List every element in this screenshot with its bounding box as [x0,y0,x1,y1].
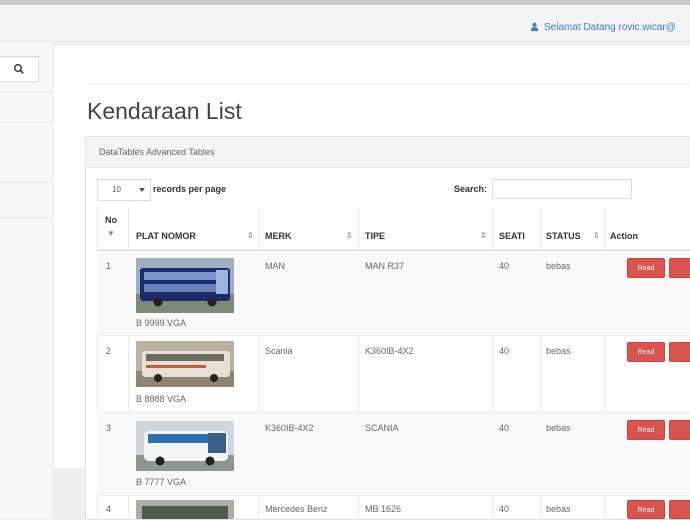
row-number: 1 [106,261,112,271]
vehicle-type: MB 1626 [365,504,402,514]
column-header-status[interactable]: STATUS [546,231,581,241]
vehicle-seats: 40 [499,504,510,514]
column-header-action: Action [610,231,638,241]
column-header-merk[interactable]: MERK [265,231,292,241]
edit-button[interactable] [669,500,690,519]
search-icon[interactable] [12,62,26,76]
vehicle-seats: 40 [499,346,510,356]
sort-icon[interactable]: ▼ [107,229,115,238]
table-row: 1 B 9999 VGA MAN MAN R37 40 bebas Read [97,251,690,336]
vehicle-brand: MAN [265,261,285,271]
edit-button[interactable] [669,420,690,440]
read-button[interactable]: Read [627,342,665,362]
sidebar-divider [0,217,52,218]
table-row: 4 Mercedes Benz MB 1626 40 bebas Read [97,496,690,519]
plate-number: B 8888 VGA [136,394,187,404]
row-number: 2 [106,346,112,356]
sidebar [0,42,53,518]
records-per-page-select[interactable]: 10 [97,179,151,201]
row-number: 4 [106,504,112,514]
edit-button[interactable] [669,342,690,362]
table-row: 2 B 8888 VGA Scania K360IB-4X2 40 bebas … [97,336,690,413]
vehicle-table: No ▼ PLAT NOMOR ⇕ MERK ⇕ TIPE ⇕ SEATI ST… [97,207,690,519]
column-header-no[interactable]: No [105,215,117,225]
vehicle-type: MAN R37 [365,261,405,271]
vehicle-brand: Mercedes Benz [265,504,328,514]
table-search-input[interactable] [492,179,632,199]
read-button[interactable]: Read [627,500,665,519]
datatable-box: DataTables Advanced Tables 10 records pe… [85,136,690,520]
vehicle-status: bebas [546,423,571,433]
vehicle-type: SCANIA [365,423,399,433]
read-button[interactable]: Read [627,420,665,440]
panel-divider [88,84,690,85]
vehicle-status: bebas [546,261,571,271]
sort-icon[interactable]: ⇕ [346,231,353,240]
sort-icon[interactable]: ⇕ [480,231,487,240]
vehicle-brand: K360IB-4X2 [265,423,314,433]
vehicle-status: bebas [546,504,571,514]
table-search-label: Search: [454,184,488,194]
sort-icon[interactable]: ⇕ [593,231,600,240]
bus-photo [136,258,234,313]
table-row: 3 B 7777 VGA K360IB-4X2 SCANIA 40 bebas … [97,413,690,496]
column-header-plat[interactable]: PLAT NOMOR [136,231,196,241]
sidebar-search-input[interactable] [0,56,39,82]
bus-photo [136,341,234,387]
plate-number: B 7777 VGA [136,477,187,487]
records-per-page-label: records per page [153,184,227,194]
bus-photo [136,421,234,471]
column-header-seat[interactable]: SEATI [499,231,525,241]
vehicle-seats: 40 [499,261,510,271]
bus-photo [136,500,234,519]
user-menu-link[interactable]: Selamat Datang rovic.wicar@ [530,22,676,33]
box-title: DataTables Advanced Tables [99,147,215,157]
page-title: Kendaraan List [87,98,242,124]
read-button[interactable]: Read [627,258,665,278]
sidebar-divider [0,182,52,183]
sort-icon[interactable]: ⇕ [247,231,254,240]
top-navbar: Selamat Datang rovic.wicar@ [0,5,690,42]
edit-button[interactable] [669,258,690,278]
vehicle-brand: Scania [265,346,293,356]
column-header-tipe[interactable]: TIPE [365,231,385,241]
sidebar-divider [0,92,52,93]
box-header: DataTables Advanced Tables [86,137,690,168]
records-per-page-value: 10 [112,185,121,194]
vehicle-seats: 40 [499,423,510,433]
vehicle-status: bebas [546,346,571,356]
sidebar-divider [0,122,52,123]
row-number: 3 [106,423,112,433]
vehicle-type: K360IB-4X2 [365,346,414,356]
user-icon [530,22,539,31]
plate-number: B 9999 VGA [136,318,187,328]
user-greeting: Selamat Datang rovic.wicar@ [544,22,676,33]
chevron-down-icon [139,188,145,192]
